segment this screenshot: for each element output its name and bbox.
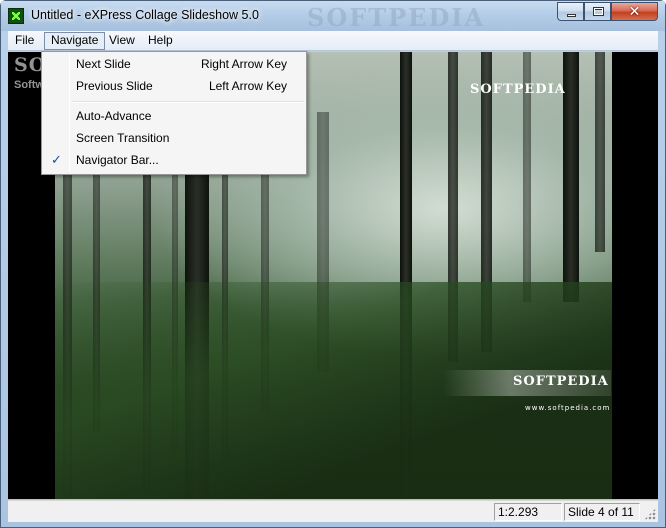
menu-item-next-slide[interactable]: Next Slide Right Arrow Key [44,53,304,75]
menu-item-screen-transition[interactable]: Screen Transition [44,127,304,149]
menu-item-label: Auto-Advance [76,109,152,123]
zoom-level: 1:2.293 [494,503,562,521]
window-title: Untitled - eXPress Collage Slideshow 5.0 [31,8,259,22]
slide-counter: Slide 4 of 11 [564,503,640,521]
app-icon[interactable] [8,8,24,24]
menu-separator [72,101,304,103]
menu-view[interactable]: View [103,32,141,50]
menu-item-navigator-bar[interactable]: ✓ Navigator Bar... [44,149,304,171]
close-icon: ✕ [628,3,641,19]
maximize-button[interactable] [584,2,611,21]
maximize-icon [593,7,604,16]
resize-grip-icon[interactable] [644,508,656,520]
menu-item-label: Screen Transition [76,131,170,145]
navigate-menu-dropdown: Next Slide Right Arrow Key Previous Slid… [41,51,307,175]
title-watermark: SOFTPEDIA [307,3,486,32]
close-button[interactable]: ✕ [611,2,658,21]
minimize-icon [567,14,576,17]
menu-item-shortcut: Left Arrow Key [208,79,287,93]
menu-item-shortcut: Right Arrow Key [200,57,287,71]
menu-item-previous-slide[interactable]: Previous Slide Left Arrow Key [44,75,304,97]
watermark-corner-sub: Softw [14,79,44,91]
app-window: Untitled - eXPress Collage Slideshow 5.0… [0,0,666,528]
watermark-bottom: SOFTPEDIA [513,374,609,389]
menu-item-label: Next Slide [76,57,131,71]
menu-item-label: Navigator Bar... [76,153,159,167]
watermark-url: www.softpedia.com [525,404,611,412]
checkmark-icon: ✓ [51,152,62,167]
watermark-top: SOFTPEDIA [470,82,566,97]
title-bar[interactable]: Untitled - eXPress Collage Slideshow 5.0… [1,1,665,32]
menu-navigate[interactable]: Navigate [44,32,106,50]
status-bar: 1:2.293 Slide 4 of 11 [8,500,658,522]
menu-bar: File Navigate View Help [8,31,658,51]
menu-item-label: Previous Slide [76,79,153,93]
menu-file[interactable]: File [9,32,40,50]
minimize-button[interactable] [557,2,584,21]
menu-item-auto-advance[interactable]: Auto-Advance [44,105,304,127]
menu-help[interactable]: Help [142,32,179,50]
